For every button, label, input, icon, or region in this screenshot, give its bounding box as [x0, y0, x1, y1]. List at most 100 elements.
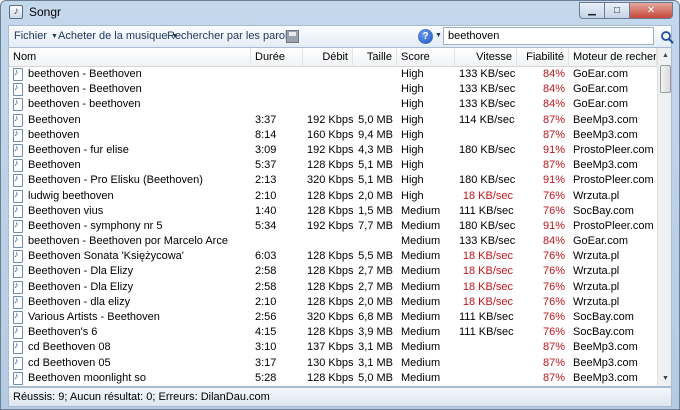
close-button[interactable]: ✕	[629, 2, 673, 19]
menu-file[interactable]: Fichier ▼	[14, 30, 58, 42]
table-row[interactable]: Beethoven - symphony nr 5 5:34 192 Kbps 7,7…	[9, 219, 657, 234]
cell-score: Medium	[401, 250, 441, 263]
table-row[interactable]: Various Artists - Beethoven 2:56 320 Kbps 6…	[9, 310, 657, 325]
help-icon[interactable]: ?	[418, 29, 433, 44]
cell-name: Beethoven Sonata 'Księżycowa'	[28, 250, 184, 263]
cell-name: Beethoven vius	[28, 204, 104, 217]
menu-buy-label: Acheter de la musique	[58, 30, 168, 42]
table-row[interactable]: cd Beethoven 08 3:10 137 Kbps 3,1 MB Medium 8…	[9, 340, 657, 355]
cell-name: Beethoven - Dla Elizy	[28, 265, 134, 278]
cell-reliability: 84%	[542, 235, 565, 248]
lyrics-search-button[interactable]: Rechercher par les paroles	[167, 30, 299, 42]
table-row[interactable]: cd Beethoven 05 3:17 130 Kbps 3,1 MB Medium 8…	[9, 356, 657, 371]
scroll-down-icon[interactable]: ▼	[659, 371, 671, 386]
cell-size: 2,7 MB	[358, 280, 393, 293]
cell-size: 4,3 MB	[358, 143, 393, 156]
table-row[interactable]: Beethoven moonlight so 5:28 128 Kbps 5,0 MB…	[9, 371, 657, 386]
cell-reliability: 76%	[542, 250, 565, 263]
cell-speed	[455, 340, 517, 355]
table-row[interactable]: beethoven - Beethoven por Marcelo Arce Me…	[9, 234, 657, 249]
cell-size	[353, 97, 397, 112]
cell-duration	[251, 82, 303, 97]
cell-engine: Wrzuta.pl	[573, 295, 620, 308]
cell-engine: BeeMp3.com	[573, 159, 638, 172]
cell-size: 5,1 MB	[358, 174, 393, 187]
cell-bitrate: 128 Kbps	[307, 295, 353, 308]
cell-speed	[455, 371, 517, 386]
table-row[interactable]: Beethoven - fur elise 3:09 192 Kbps 4,3 MB H…	[9, 143, 657, 158]
cell-name: Beethoven - Dla Elizy	[28, 280, 134, 293]
cell-reliability: 76%	[542, 326, 565, 339]
menu-file-label: Fichier	[14, 30, 48, 42]
column-header-speed[interactable]: Vitesse	[455, 48, 517, 67]
cell-name: Beethoven - dla elizy	[28, 295, 131, 308]
table-row[interactable]: Beethoven - Pro Elisku (Beethoven) 2:13 32…	[9, 173, 657, 188]
cell-duration: 6:03	[255, 250, 277, 263]
music-file-icon	[13, 325, 23, 340]
table-row[interactable]: beethoven 8:14 160 Kbps 9,4 MB High 87% BeeMp3…	[9, 128, 657, 143]
cell-size: 1,5 MB	[358, 204, 393, 217]
music-file-icon	[13, 173, 23, 188]
cell-duration: 3:17	[255, 356, 277, 369]
cell-duration: 3:09	[255, 143, 277, 156]
cell-score: High	[401, 189, 424, 202]
table-row[interactable]: beethoven - Beethoven High 133 KB/sec 84% Go…	[9, 82, 657, 97]
column-header-engine[interactable]: Moteur de recher...	[569, 48, 657, 67]
cell-bitrate: 320 Kbps	[307, 311, 353, 323]
cell-score: Medium	[401, 235, 441, 248]
cell-name: Beethoven - Pro Elisku (Beethoven)	[28, 174, 203, 187]
cell-reliability: 84%	[542, 68, 565, 80]
table-row[interactable]: Beethoven vius 1:40 128 Kbps 1,5 MB Medium 11…	[9, 204, 657, 219]
cell-duration	[251, 67, 303, 82]
music-file-icon	[13, 280, 23, 294]
cell-name: Various Artists - Beethoven	[28, 311, 160, 323]
cell-duration: 2:58	[255, 280, 277, 293]
scroll-up-icon[interactable]: ▲	[659, 48, 671, 63]
music-file-icon	[13, 67, 23, 81]
column-header-score[interactable]: Score	[397, 48, 455, 67]
cell-score: High	[401, 98, 424, 111]
cell-engine: Wrzuta.pl	[573, 265, 620, 278]
menu-buy-music[interactable]: Acheter de la musique ▼	[58, 30, 178, 42]
column-header-size[interactable]: Taille	[353, 48, 397, 67]
cell-score: Medium	[401, 280, 441, 293]
cell-bitrate: 128 Kbps	[307, 189, 353, 202]
search-icon[interactable]	[660, 30, 674, 44]
cell-reliability: 76%	[542, 189, 565, 202]
table-row[interactable]: Beethoven - Dla Elizy 2:58 128 Kbps 2,7 MB M…	[9, 280, 657, 295]
cell-engine: SocBay.com	[573, 204, 634, 217]
table-row[interactable]: Beethoven Sonata 'Księżycowa' 6:03 128 Kbp…	[9, 249, 657, 264]
cell-score: Medium	[401, 204, 441, 217]
cell-speed: 111 KB/sec	[459, 204, 514, 217]
cell-engine: BeeMp3.com	[573, 356, 638, 369]
minimize-button[interactable]: ▁	[579, 2, 605, 19]
table-row[interactable]: Beethoven - Dla Elizy 2:58 128 Kbps 2,7 MB M…	[9, 264, 657, 279]
chevron-down-icon[interactable]: ▼	[435, 32, 442, 39]
table-row[interactable]: beethoven - Beethoven High 133 KB/sec 84% Go…	[9, 67, 657, 82]
table-row[interactable]: Beethoven's 6 4:15 128 Kbps 3,9 MB Medium 111…	[9, 325, 657, 340]
save-icon[interactable]	[286, 30, 299, 43]
cell-duration: 2:58	[255, 265, 277, 278]
cell-score: Medium	[401, 371, 441, 384]
search-input[interactable]: beethoven	[443, 27, 654, 45]
cell-speed: 18 KB/sec	[462, 189, 513, 202]
table-row[interactable]: Beethoven 3:37 192 Kbps 5,0 MB High 114 KB/se…	[9, 113, 657, 128]
table-row[interactable]: Beethoven 5:37 128 Kbps 5,1 MB High 87% BeeMp3…	[9, 158, 657, 173]
column-header-name[interactable]: Nom	[9, 48, 251, 67]
table-row[interactable]: Beethoven - dla elizy 2:10 128 Kbps 2,0 MB M…	[9, 295, 657, 310]
cell-name: Beethoven's 6	[28, 326, 98, 339]
cell-engine: GoEar.com	[573, 68, 629, 80]
scroll-thumb[interactable]	[660, 65, 671, 93]
column-header-duration[interactable]: Durée	[251, 48, 303, 67]
table-row[interactable]: ludwig beethoven 2:10 128 Kbps 2,0 MB High 18…	[9, 189, 657, 204]
cell-duration: 2:10	[255, 189, 277, 202]
maximize-button[interactable]: □	[604, 2, 630, 19]
table-row[interactable]: beethoven - beethoven High 133 KB/sec 84% Go…	[9, 97, 657, 112]
column-header-bitrate[interactable]: Débit	[303, 48, 353, 67]
cell-speed: 18 KB/sec	[462, 280, 513, 293]
column-header-reliability[interactable]: Fiabilité	[517, 48, 569, 67]
cell-name: beethoven	[28, 128, 80, 141]
results-rows: beethoven - Beethoven High 133 KB/sec 84% Go…	[9, 67, 657, 386]
cell-score: High	[401, 128, 424, 141]
vertical-scrollbar[interactable]: ▲ ▼	[657, 48, 671, 386]
